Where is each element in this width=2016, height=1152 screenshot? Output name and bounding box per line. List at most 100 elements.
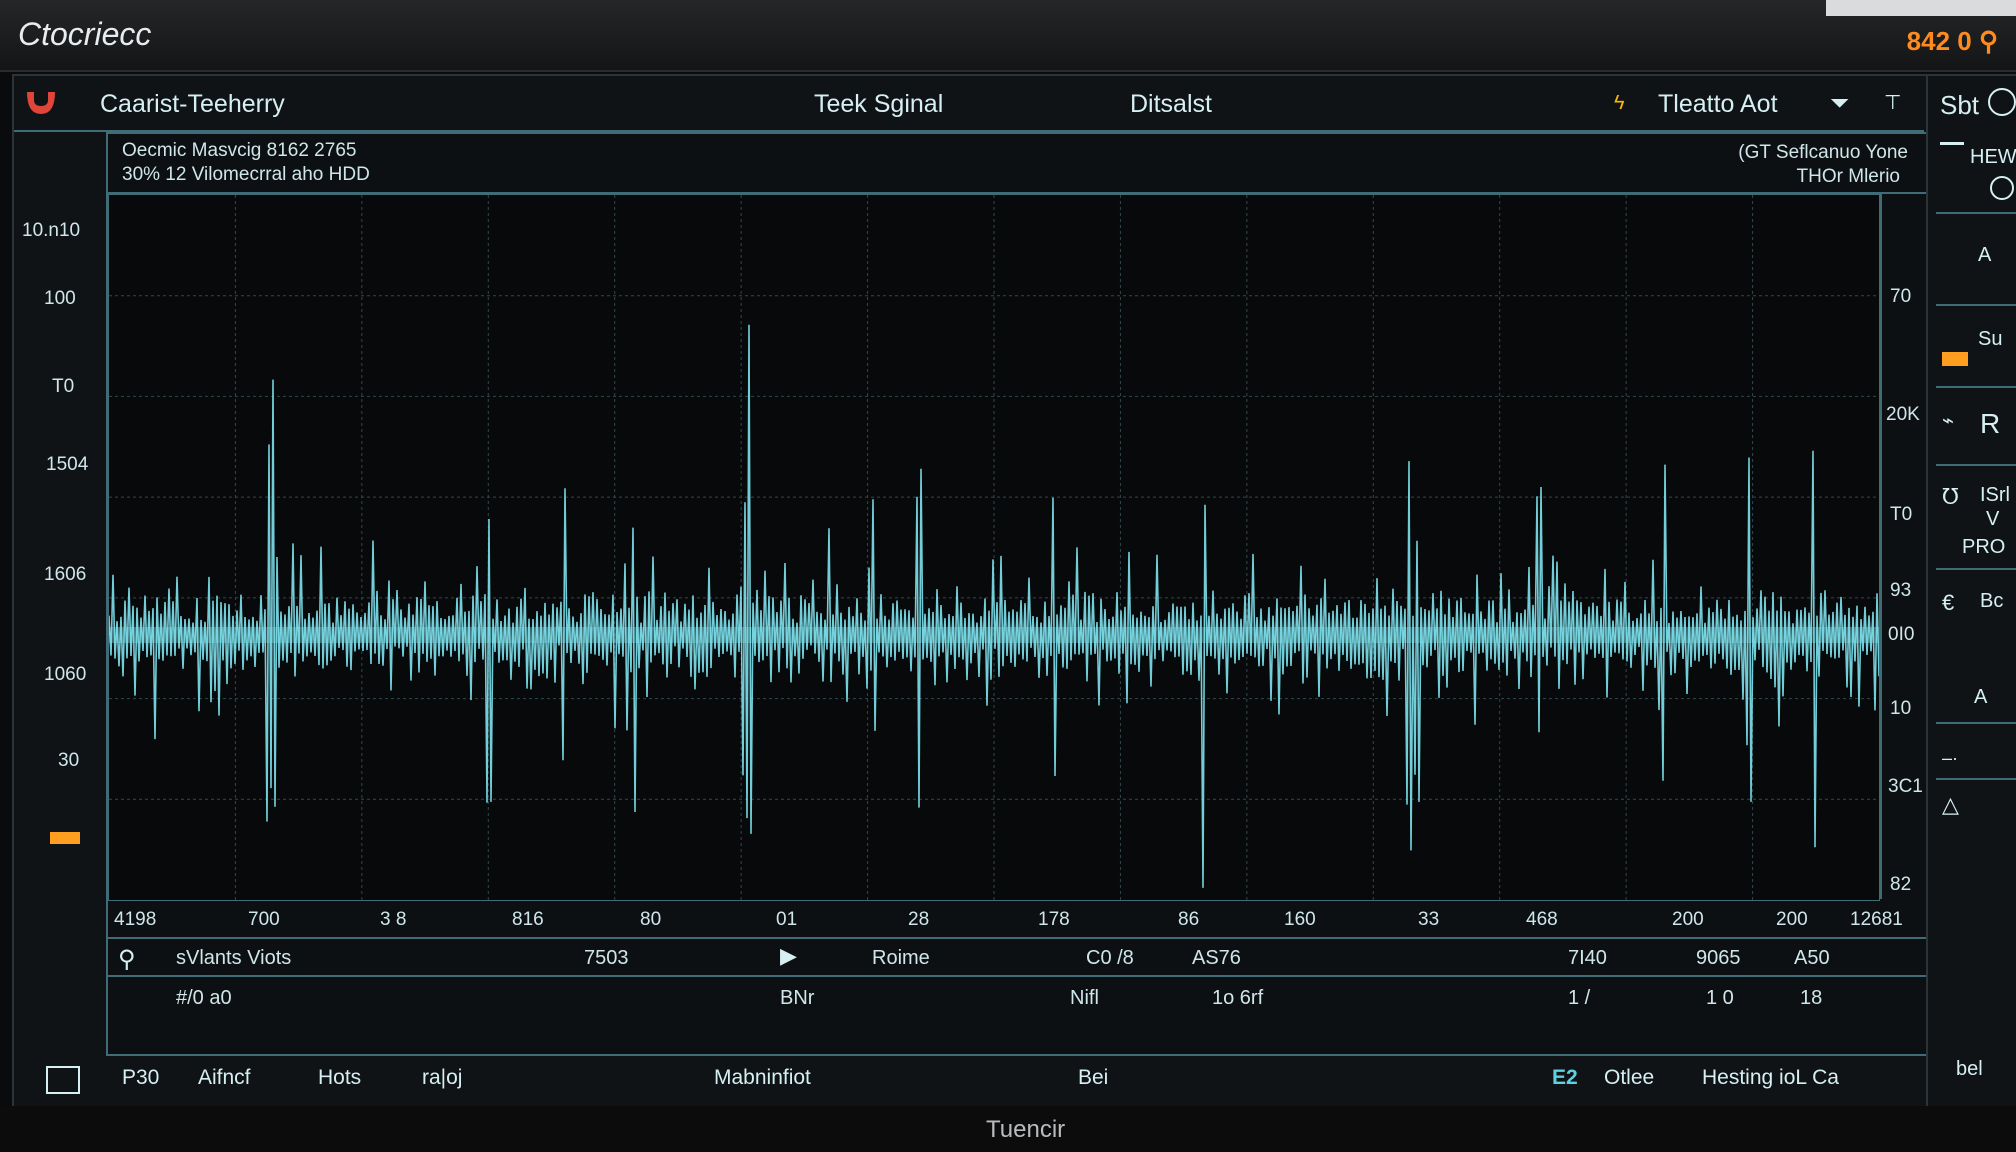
minus-icon[interactable]: [1940, 142, 1964, 145]
readout-cell: A50: [1794, 947, 1830, 969]
y-tick-right: 93: [1890, 580, 1912, 601]
readout-cell: 1 0: [1706, 987, 1734, 1009]
readout-cell: 9065: [1696, 947, 1741, 969]
x-tick: 01: [776, 909, 798, 930]
footer-item[interactable]: Otlee: [1604, 1066, 1654, 1090]
x-axis: 4198 700 3 8 816 80 01 28 178 86 160 33 …: [108, 901, 1926, 939]
footer-badge[interactable]: E2: [1552, 1066, 1578, 1090]
footer-item[interactable]: Mabninfiot: [714, 1066, 811, 1090]
sidebar-divider: [1936, 778, 2016, 780]
x-tick: 468: [1526, 909, 1558, 930]
y-tick-left: 10.n10: [22, 220, 81, 241]
help-icon[interactable]: [1988, 88, 2016, 116]
lightning-icon: ϟ: [1614, 92, 1625, 114]
screen-icon[interactable]: [46, 1066, 80, 1094]
tab-signal[interactable]: Teek Sginal: [814, 90, 943, 119]
footer-item[interactable]: Aifncf: [198, 1066, 251, 1090]
y-tick-left: 30: [58, 750, 80, 771]
sidebar-divider: [1936, 212, 2016, 214]
x-tick: 80: [640, 909, 662, 930]
y-tick-left: 1504: [46, 454, 89, 475]
y-tick-right: 82: [1890, 874, 1912, 895]
sidebar-divider: [1936, 568, 2016, 570]
footer-item[interactable]: P30: [122, 1066, 159, 1090]
readout-cell: Nifl: [1070, 987, 1099, 1009]
readout-cell: 1o 6rf: [1212, 987, 1264, 1009]
app-window: Caarist-Teeherry Teek Sginal Ditsalst ϟ …: [12, 74, 2016, 1108]
x-tick: 28: [908, 909, 930, 930]
wave-icon[interactable]: ℧: [1942, 484, 1959, 510]
sidebar-item[interactable]: Bc: [1980, 590, 2003, 613]
sidebar-item[interactable]: A: [1978, 244, 1991, 267]
info-line-2: 30% 12 Vilomecrral aho HDD: [122, 164, 370, 185]
sidebar-corner-label: Sbt: [1940, 90, 1980, 120]
readout-cell: 18: [1800, 987, 1823, 1009]
y-tick-right: 3C1: [1888, 776, 1923, 797]
y-tick-left: T0: [52, 376, 75, 397]
readout-cell: 1 /: [1568, 987, 1591, 1009]
readout-cell: 7I40: [1568, 947, 1607, 969]
y-tick-left: 1606: [44, 564, 87, 585]
footer-item[interactable]: ra|oj: [422, 1066, 462, 1090]
pin-icon[interactable]: ⊤: [1884, 90, 1901, 115]
left-axis-strip: 10.n10 100 T0 1504 1606 1060 30: [14, 132, 104, 1052]
radio-icon[interactable]: [1990, 176, 2014, 200]
signal-panel: Oecmic Masvcig 8162 2765 30% 12 Vilomecr…: [106, 132, 1928, 1056]
warning-indicator: [50, 832, 80, 844]
sidebar-item[interactable]: ISrl: [1980, 484, 2010, 507]
dash-icon[interactable]: –·: [1942, 748, 1958, 769]
waveform-plot[interactable]: [108, 194, 1880, 901]
footer-item[interactable]: Hots: [318, 1066, 361, 1090]
app-header: Caarist-Teeherry Teek Sginal Ditsalst ϟ …: [14, 76, 1924, 132]
signal-info-bar: Oecmic Masvcig 8162 2765 30% 12 Vilomecr…: [108, 134, 1926, 194]
monitor-bezel: Tuencir: [0, 1106, 2016, 1152]
waveform-canvas: [109, 195, 1879, 900]
readout-cell: BNr: [780, 987, 815, 1009]
readout-row-1: ⚲ sVlants Viots 7503 ▶ Roime C0 /8 AS76 …: [108, 939, 1926, 977]
os-title-bar: Ctocriecc 842 0 ⚲: [0, 0, 2016, 72]
y-tick-right: 70: [1890, 286, 1912, 307]
probe-icon[interactable]: ⚲: [118, 945, 136, 974]
y-tick-right: 20K: [1886, 404, 1920, 425]
info-right-2: THOr Mlerio: [1796, 166, 1900, 187]
footer-item[interactable]: Bei: [1078, 1066, 1108, 1090]
sidebar-item[interactable]: A: [1974, 686, 1987, 709]
readout-cell: 7503: [584, 947, 629, 969]
sidebar-divider: [1936, 464, 2016, 466]
euro-icon[interactable]: €: [1942, 590, 1954, 616]
readout-cell: #/0 a0: [176, 987, 232, 1009]
sidebar-item[interactable]: bel: [1956, 1058, 1983, 1081]
y-tick-right: 0I0: [1888, 624, 1915, 645]
y-tick-right: 10: [1890, 698, 1912, 719]
sidebar-divider: [1936, 386, 2016, 388]
right-axis-strip: 70 20K T0 93 0I0 10 3C1 82: [1880, 194, 1928, 899]
mode-label[interactable]: Tleatto Aot: [1658, 90, 1778, 119]
os-window-title: Ctocriecc: [18, 16, 152, 52]
x-tick: 700: [248, 909, 280, 930]
readout-cell: Roime: [872, 947, 930, 969]
sidebar-divider: [1936, 722, 2016, 724]
triangle-icon[interactable]: △: [1942, 792, 1959, 818]
info-right-1: (GT Seflcanuo Yone: [1738, 142, 1908, 163]
x-tick: 3 8: [380, 909, 407, 930]
tab-display[interactable]: Ditsalst: [1130, 90, 1212, 119]
x-tick: 4198: [114, 909, 157, 930]
sidebar-item[interactable]: V: [1986, 508, 1999, 531]
sidebar-item[interactable]: PRO: [1962, 536, 2005, 559]
os-clock: 842 0 ⚲: [1906, 26, 1998, 56]
sidebar-item[interactable]: HEW: [1970, 146, 2016, 169]
sidebar-item[interactable]: Su: [1978, 328, 2002, 351]
readout-cell: C0 /8: [1086, 947, 1134, 969]
sidebar-divider: [1936, 304, 2016, 306]
info-line-1: Oecmic Masvcig 8162 2765: [122, 140, 357, 161]
filter-icon[interactable]: ⏷: [1830, 90, 1849, 118]
play-icon[interactable]: ▶: [780, 943, 797, 969]
footer-item[interactable]: Hesting ioL Ca: [1702, 1066, 1839, 1090]
sidebar-item[interactable]: R: [1980, 408, 2000, 440]
x-tick: 86: [1178, 909, 1200, 930]
y-tick-right: T0: [1890, 504, 1913, 525]
readout-row-2: #/0 a0 BNr Nifl 1o 6rf 1 / 1 0 18: [108, 977, 1926, 1017]
link-icon[interactable]: ⌁: [1942, 408, 1954, 433]
x-tick: 200: [1776, 909, 1808, 930]
app-logo-icon: [27, 92, 55, 114]
